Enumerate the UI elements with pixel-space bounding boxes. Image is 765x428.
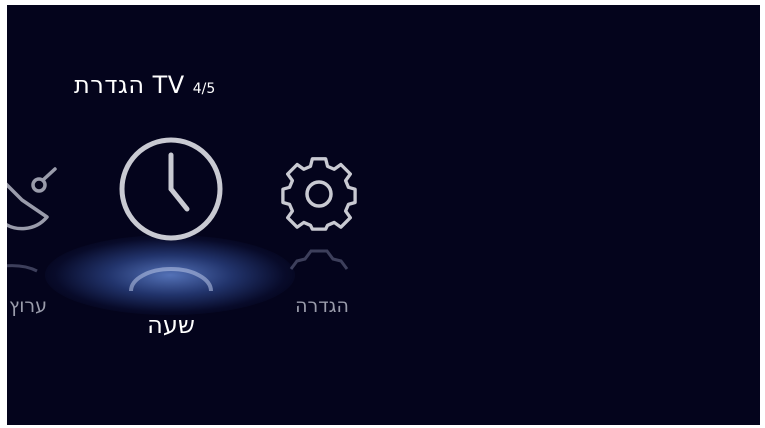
clock-reflection: [129, 267, 213, 292]
step-indicator: 4/5: [192, 81, 216, 97]
satellite-dish-reflection: [7, 264, 38, 273]
satellite-dish-icon: [7, 167, 57, 231]
tv-setup-screen: הגדרת TV 4/5 ערוץ שעה הגדרה: [7, 5, 760, 425]
menu-item-time[interactable]: שעה: [111, 133, 231, 343]
clock-icon: [119, 137, 223, 241]
menu-item-channel-label: ערוץ: [8, 295, 47, 317]
menu-item-time-label: שעה: [147, 311, 195, 339]
gear-reflection: [289, 249, 349, 270]
menu-item-setup-label: הגדרה: [295, 295, 349, 317]
page-header: הגדרת TV 4/5: [74, 67, 215, 103]
menu-item-channel[interactable]: ערוץ: [7, 155, 67, 325]
gear-icon: [281, 157, 357, 231]
page-title: הגדרת TV: [74, 71, 185, 99]
menu-item-setup[interactable]: הגדרה: [272, 155, 372, 325]
